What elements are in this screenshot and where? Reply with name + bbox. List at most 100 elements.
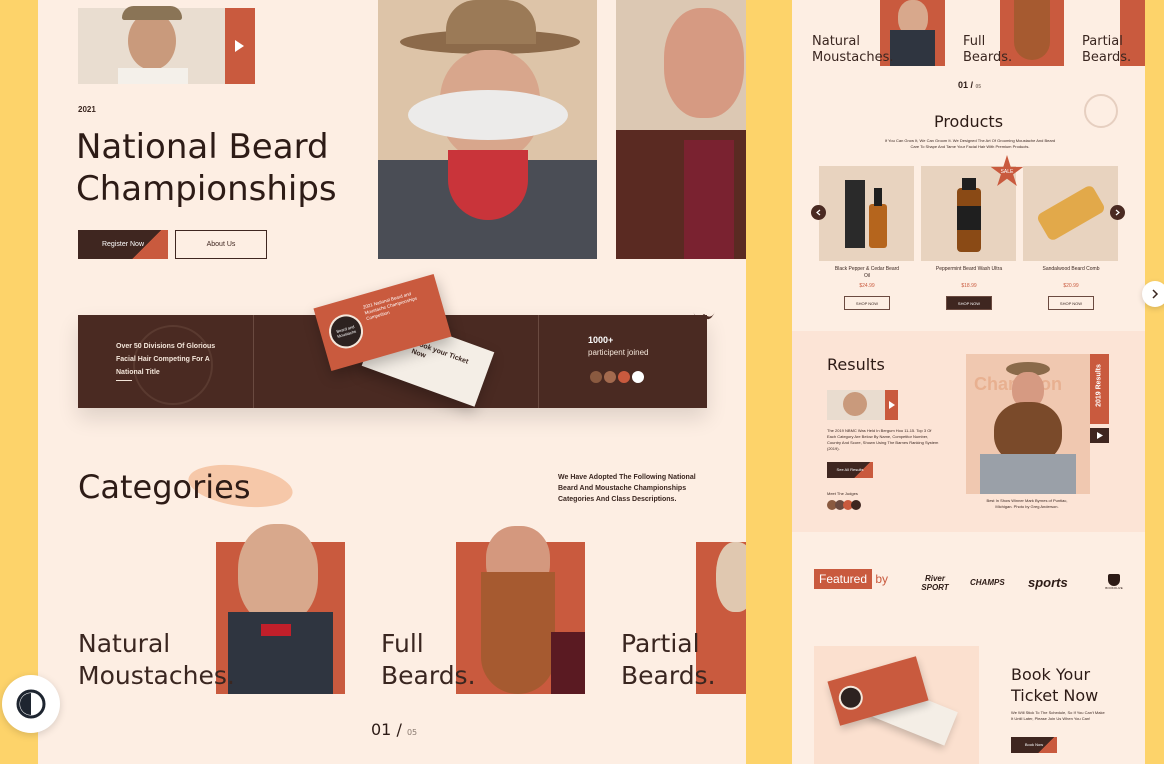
results-winner-photo[interactable]: Champion	[966, 354, 1090, 494]
carousel-prev-button[interactable]	[811, 205, 826, 220]
categories-description: We Have Adopted The Following National B…	[558, 474, 696, 503]
sponsor-bookolive-icon	[1108, 574, 1120, 586]
participants-count: 1000+	[588, 335, 614, 345]
book-heading: Book Your Ticket Now	[1011, 665, 1099, 705]
sponsor-bookolive[interactable]: BOOKOLIVE	[1097, 574, 1131, 590]
pager-current: 01	[371, 720, 392, 739]
shop-now-wash[interactable]: SHOP NOW	[946, 296, 992, 310]
hero-title-line2: Championships	[76, 169, 337, 209]
thumbnail-face	[128, 12, 176, 70]
arrow-right-icon	[1115, 209, 1120, 216]
categories-pager: 01 / 05	[371, 720, 417, 739]
results-text: The 2019 NBMC Was Held In Bergum Hoo 11-…	[827, 428, 939, 451]
man-shirt	[684, 140, 734, 259]
hero-photo-cowboy	[378, 0, 597, 259]
categories-heading: Categories	[78, 468, 251, 506]
featured-prefix: Featured	[814, 569, 873, 589]
results-year-tag: 2019 Results	[1090, 354, 1109, 424]
landing-page-left: 2021 National Beard Championships Regist…	[38, 0, 746, 764]
carousel-next-button[interactable]	[1110, 205, 1125, 220]
moustache-man-face	[238, 524, 318, 624]
banner-divider-1	[253, 315, 254, 408]
play-icon	[1097, 432, 1103, 439]
product-price-oil: $24.99	[859, 283, 875, 289]
wash-label	[957, 206, 981, 230]
hero-photo-man	[616, 0, 746, 259]
moustache-icon	[693, 312, 715, 320]
product-price-wash: $18.99	[961, 283, 977, 289]
products-heading: Products	[933, 112, 1004, 131]
category-full-beards-label[interactable]: Full Beards.	[381, 628, 476, 692]
participants-label: participent joined	[588, 348, 649, 357]
product-image-oil[interactable]	[819, 166, 914, 261]
thumbnail-hat	[122, 6, 182, 20]
hero-thumbnail[interactable]	[78, 6, 225, 84]
category-moustaches-label[interactable]: Natural Moustaches.	[78, 628, 235, 692]
category-card-moustaches[interactable]	[216, 524, 345, 694]
shop-now-comb[interactable]: SHOP NOW	[1048, 296, 1094, 310]
oil-box	[845, 180, 865, 248]
moustache-man-bowtie	[261, 624, 291, 636]
mini-moustache-vest	[890, 30, 935, 66]
product-image-comb[interactable]	[1023, 166, 1118, 261]
thumbnail-shirt	[118, 68, 188, 84]
judges-label: Meet The Judges	[827, 491, 858, 496]
products-subtitle: If You Can Grow It, We Can Groom It. We …	[884, 138, 1056, 149]
mini-beard	[1014, 0, 1050, 60]
contrast-icon	[16, 689, 46, 719]
book-ticket-badge	[835, 682, 866, 713]
results-video-button[interactable]	[1090, 428, 1109, 443]
product-name-comb: Sandalwood Beard Comb	[1042, 266, 1100, 272]
sponsor-champs[interactable]: CHAMPS	[970, 578, 1005, 587]
slider-next-button[interactable]	[1142, 281, 1164, 307]
category-partial-beards-label[interactable]: Partial Beards.	[621, 628, 716, 692]
comb-shape	[1035, 184, 1107, 242]
book-ticket-image	[814, 646, 979, 764]
landing-page-right: Natural Moustaches. Full Beards. Partial Be…	[792, 0, 1145, 764]
oil-bottle	[869, 204, 887, 248]
arrow-left-icon	[816, 209, 821, 216]
book-text: We Will Stick To The Schedule, So If You…	[1011, 710, 1105, 721]
cowboy-moustache	[408, 90, 568, 140]
partial-man-face	[716, 542, 746, 612]
hero-year: 2021	[78, 105, 96, 114]
contrast-toggle-button[interactable]	[2, 675, 60, 733]
product-name-oil: Black Pepper & Cedar Beard Oil	[834, 266, 900, 279]
participant-avatar-more	[630, 369, 646, 385]
featured-by: Featured by	[814, 569, 889, 589]
register-button[interactable]: Register Now	[78, 230, 168, 259]
banner-underline	[116, 380, 132, 381]
judge-avatar-4[interactable]	[851, 500, 861, 510]
results-play-button[interactable]	[885, 390, 898, 420]
wash-cap	[962, 178, 976, 190]
results-see-all-button[interactable]: See All Results	[827, 462, 873, 478]
play-icon	[889, 401, 895, 409]
hero-title-line1: National Beard	[76, 127, 329, 167]
man-face	[664, 8, 744, 118]
results-caption: Best In Show Winner Mark Byrnes of Punti…	[986, 498, 1068, 509]
beard-man-jacket	[551, 632, 585, 694]
mini-label-moustaches[interactable]: Natural Moustaches.	[812, 34, 894, 66]
winner-shirt	[980, 454, 1076, 494]
mini-label-partial-beards[interactable]: Partial Beards.	[1082, 34, 1131, 66]
sponsor-sports[interactable]: sports	[1028, 575, 1068, 590]
book-now-button[interactable]: Book Now	[1011, 737, 1057, 753]
featured-suffix: by	[872, 572, 889, 586]
oil-dropper	[874, 188, 882, 206]
ticket-badge-text: Beard and Moustache	[335, 324, 357, 339]
pager-separator: /	[396, 720, 402, 739]
about-button[interactable]: About Us	[175, 230, 267, 259]
sponsor-river-sport[interactable]: River SPORT	[918, 574, 952, 592]
mini-label-full-beards[interactable]: Full Beards.	[963, 34, 1012, 66]
results-thumbnail-face	[843, 392, 867, 416]
shop-now-oil[interactable]: SHOP NOW	[844, 296, 890, 310]
results-thumbnail[interactable]	[827, 390, 885, 420]
pager-total: 05	[406, 728, 418, 737]
chevron-right-icon	[1152, 289, 1159, 299]
banner-divider-2	[538, 315, 539, 408]
ticket-badge: Beard and Moustache	[325, 310, 368, 353]
beard-man-beard	[481, 572, 555, 694]
play-button[interactable]	[225, 8, 255, 84]
banner-divisions-text: Over 50 Divisions Of Glorious Facial Hai…	[116, 343, 216, 376]
cowboy-hat-crown	[446, 0, 536, 44]
